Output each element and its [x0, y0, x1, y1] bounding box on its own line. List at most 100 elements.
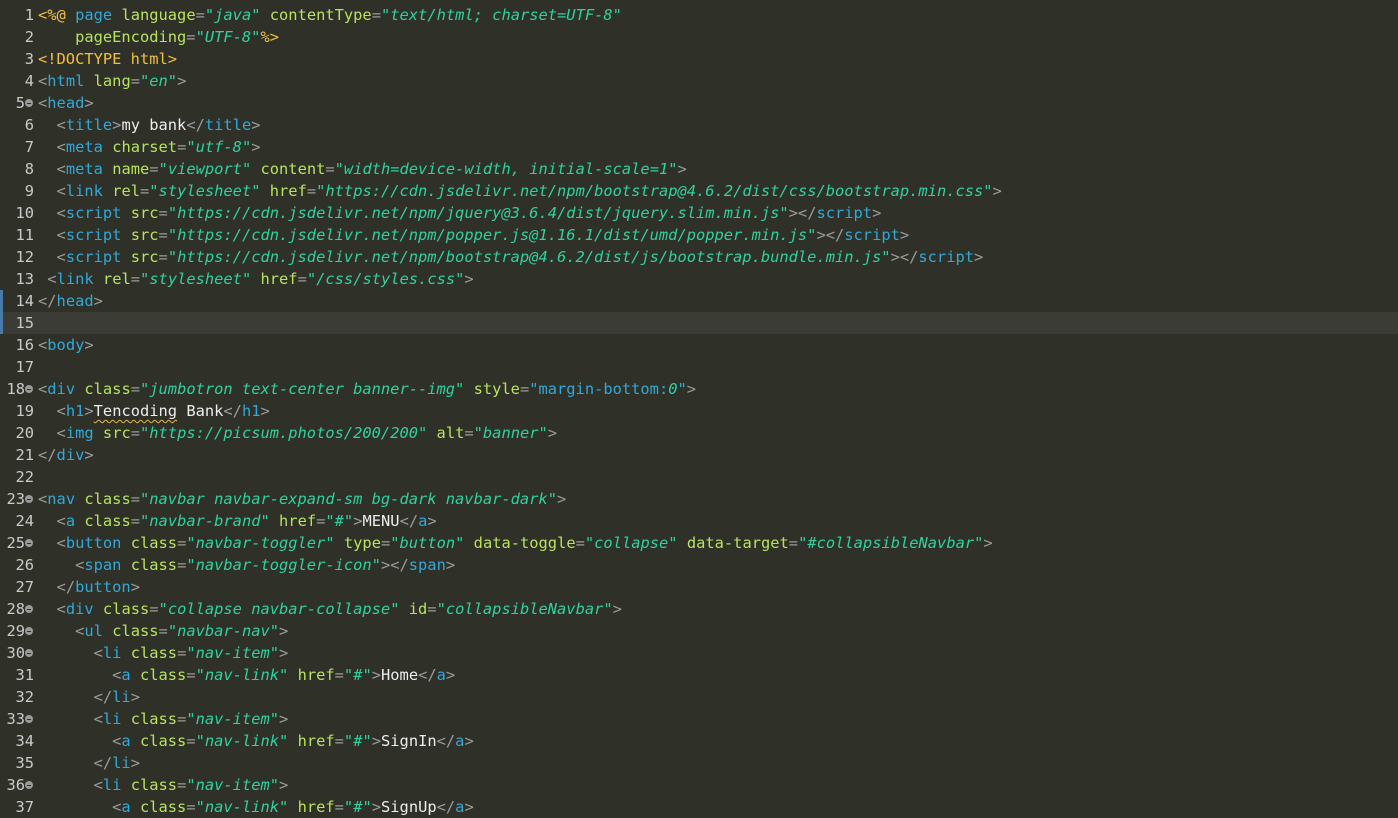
line-number: 6 — [24, 116, 34, 134]
code-token: > — [899, 226, 910, 244]
code-line[interactable]: 21 </div> — [0, 444, 1398, 466]
code-line[interactable]: 33 <li class="nav-item"> — [0, 708, 1398, 730]
code-token: < — [75, 622, 85, 640]
code-line[interactable]: 31 <a class="nav-link" href="#">Home</a> — [0, 664, 1398, 686]
code-line[interactable]: 24 <a class="navbar-brand" href="#">MENU… — [0, 510, 1398, 532]
code-line[interactable]: 11 <script src="https://cdn.jsdelivr.net… — [0, 224, 1398, 246]
fold-toggle-icon[interactable] — [25, 715, 33, 723]
code-line[interactable]: 16 <body> — [0, 334, 1398, 356]
code-line[interactable]: 19 <h1>Tencoding Bank</h1> — [0, 400, 1398, 422]
code-line[interactable]: 23 <nav class="navbar navbar-expand-sm bg… — [0, 488, 1398, 510]
code-line[interactable]: 29 <ul class="navbar-nav"> — [0, 620, 1398, 642]
code-token: "nav-link" — [195, 798, 289, 816]
code-line[interactable]: 3 <!DOCTYPE html> — [0, 48, 1398, 70]
code-text: </li> — [38, 752, 140, 774]
code-token: SignIn — [381, 732, 437, 750]
code-line[interactable]: 8 <meta name="viewport" content="width=d… — [0, 158, 1398, 180]
code-editor[interactable]: 1 <%@ page language="java" contentType="t… — [0, 0, 1398, 816]
line-number: 20 — [15, 424, 34, 442]
code-line[interactable]: 4 <html lang="en"> — [0, 70, 1398, 92]
code-token: data-target — [686, 534, 789, 552]
code-line[interactable]: 32 </li> — [0, 686, 1398, 708]
code-line[interactable]: 28 <div class="collapse navbar-collapse"… — [0, 598, 1398, 620]
code-line[interactable]: 22 — [0, 466, 1398, 488]
code-line[interactable]: 18 <div class="jumbotron text-center bann… — [0, 378, 1398, 400]
code-token: > — [890, 248, 900, 266]
code-token: rel — [102, 270, 131, 288]
code-line[interactable]: 5 <head> — [0, 92, 1398, 114]
code-token: = — [130, 424, 141, 442]
code-token: > — [464, 732, 474, 750]
code-line[interactable]: 12 <script src="https://cdn.jsdelivr.net… — [0, 246, 1398, 268]
fold-toggle-icon[interactable] — [25, 781, 33, 789]
fold-toggle-icon[interactable] — [25, 495, 33, 503]
code-token: = — [334, 732, 344, 750]
code-token: > — [992, 182, 1002, 200]
code-token: = — [297, 270, 307, 288]
code-line[interactable]: 27 </button> — [0, 576, 1398, 598]
code-token: "navbar navbar-expand-sm bg-dark navbar-… — [140, 490, 557, 508]
line-number: 11 — [15, 226, 34, 244]
code-token: "java" — [204, 6, 261, 24]
code-line[interactable]: 9 <link rel="stylesheet" href="https://c… — [0, 180, 1398, 202]
code-line[interactable]: 10 <script src="https://cdn.jsdelivr.net… — [0, 202, 1398, 224]
code-line[interactable]: 14 </head> — [0, 290, 1398, 312]
code-line[interactable]: 37 <a class="nav-link" href="#">SignUp</… — [0, 796, 1398, 818]
code-line[interactable]: 15 — [0, 312, 1398, 334]
line-number: 27 — [15, 578, 34, 596]
fold-toggle-icon[interactable] — [25, 649, 33, 657]
code-line[interactable]: 17 — [0, 356, 1398, 378]
code-line[interactable]: 1 <%@ page language="java" contentType="t… — [0, 4, 1398, 26]
fold-toggle-icon[interactable] — [25, 627, 33, 635]
code-line[interactable]: 13 <link rel="stylesheet" href="/css/sty… — [0, 268, 1398, 290]
code-token: link — [65, 182, 103, 200]
line-number: 13 — [15, 270, 34, 288]
code-line[interactable]: 30 <li class="nav-item"> — [0, 642, 1398, 664]
fold-toggle-icon[interactable] — [25, 605, 33, 613]
code-token: a — [121, 666, 131, 684]
code-token: "#" — [343, 732, 372, 750]
code-token: = — [149, 600, 159, 618]
code-token: li — [112, 754, 131, 772]
code-line[interactable]: 6 <title>my bank</title> — [0, 114, 1398, 136]
code-line[interactable]: 36 <li class="nav-item"> — [0, 774, 1398, 796]
fold-toggle-icon[interactable] — [25, 539, 33, 547]
code-text: <div class="jumbotron text-center banner… — [38, 378, 696, 400]
code-line[interactable]: 2 pageEncoding="UTF-8"%> — [0, 26, 1398, 48]
code-token: button — [65, 534, 122, 552]
code-text: pageEncoding="UTF-8"%> — [38, 26, 279, 48]
code-line[interactable]: 34 <a class="nav-link" href="#">SignIn</… — [0, 730, 1398, 752]
line-number: 3 — [24, 50, 34, 68]
code-text: <%@ page language="java" contentType="te… — [38, 4, 622, 26]
code-token: </ — [436, 732, 456, 750]
line-number: 4 — [24, 72, 34, 90]
code-line[interactable]: 7 <meta charset="utf-8"> — [0, 136, 1398, 158]
code-line[interactable]: 25 <button class="navbar-toggler" type="… — [0, 532, 1398, 554]
code-line[interactable]: 20 <img src="https://picsum.photos/200/2… — [0, 422, 1398, 444]
code-token: > — [251, 138, 261, 156]
code-token: meta — [65, 160, 103, 178]
line-number: 24 — [15, 512, 34, 530]
code-line[interactable]: 35 </li> — [0, 752, 1398, 774]
fold-toggle-icon[interactable] — [25, 99, 33, 107]
code-token: head — [56, 292, 94, 310]
line-number: 14 — [15, 292, 34, 310]
code-token: src — [130, 248, 159, 266]
code-token: head — [47, 94, 85, 112]
code-token: < — [38, 72, 48, 90]
code-line[interactable]: 26 <span class="navbar-toggler-icon"></s… — [0, 554, 1398, 576]
fold-toggle-icon[interactable] — [25, 385, 33, 393]
